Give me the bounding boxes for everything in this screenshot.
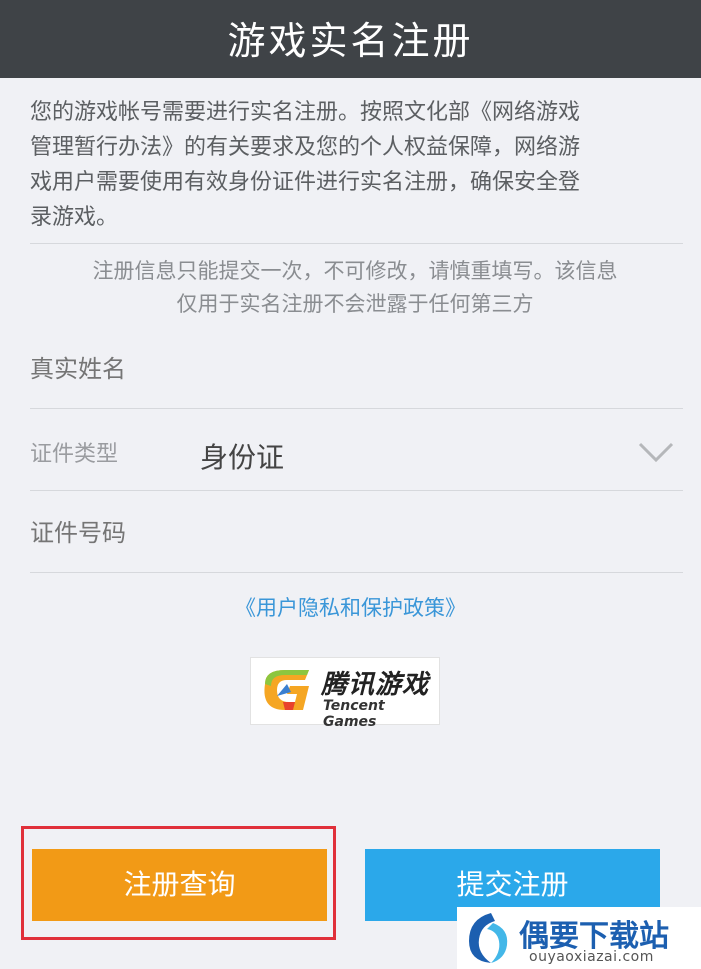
id-number-input[interactable] xyxy=(28,512,672,554)
logo-chinese-text: 腾讯游戏 xyxy=(321,670,430,700)
tencent-games-icon xyxy=(264,670,309,710)
divider xyxy=(30,408,683,409)
page-title: 游戏实名注册 xyxy=(227,19,474,63)
id-type-label: 证件类型 xyxy=(30,442,119,467)
id-type-select[interactable] xyxy=(30,420,683,490)
divider xyxy=(30,490,683,491)
divider xyxy=(30,572,683,573)
watermark-url-text: ouyaoxiazai.com xyxy=(529,949,654,965)
divider xyxy=(30,243,683,244)
chevron-down-icon[interactable] xyxy=(636,438,676,468)
intro-line: 管理暂行办法》的有关要求及您的个人权益保障，网络游 xyxy=(30,135,581,160)
intro-line: 戏用户需要使用有效身份证件进行实名注册，确保安全登 xyxy=(30,170,581,195)
logo-english-text: Tencent Games xyxy=(323,698,385,730)
intro-line: 您的游戏帐号需要进行实名注册。按照文化部《网络游戏 xyxy=(30,100,581,125)
id-type-value: 身份证 xyxy=(200,441,285,474)
intro-text: 您的游戏帐号需要进行实名注册。按照文化部《网络游戏 管理暂行办法》的有关要求及您… xyxy=(30,95,675,235)
privacy-policy-link[interactable]: 《用户隐私和保护政策》 xyxy=(0,592,701,622)
watermark: 偶要下载站 ouyaoxiazai.com xyxy=(457,907,701,969)
highlight-box xyxy=(21,826,336,940)
header-bar: 游戏实名注册 xyxy=(0,0,701,78)
real-name-input[interactable] xyxy=(28,348,672,390)
notice-line: 注册信息只能提交一次，不可修改，请慎重填写。该信息 xyxy=(92,259,618,283)
intro-line: 录游戏。 xyxy=(30,205,119,230)
notice-text: 注册信息只能提交一次，不可修改，请慎重填写。该信息 仅用于实名注册不会泄露于任何… xyxy=(30,255,680,321)
tencent-games-logo: 腾讯游戏 Tencent Games xyxy=(250,657,440,730)
notice-line: 仅用于实名注册不会泄露于任何第三方 xyxy=(176,292,534,316)
watermark-logo-icon xyxy=(469,913,508,963)
